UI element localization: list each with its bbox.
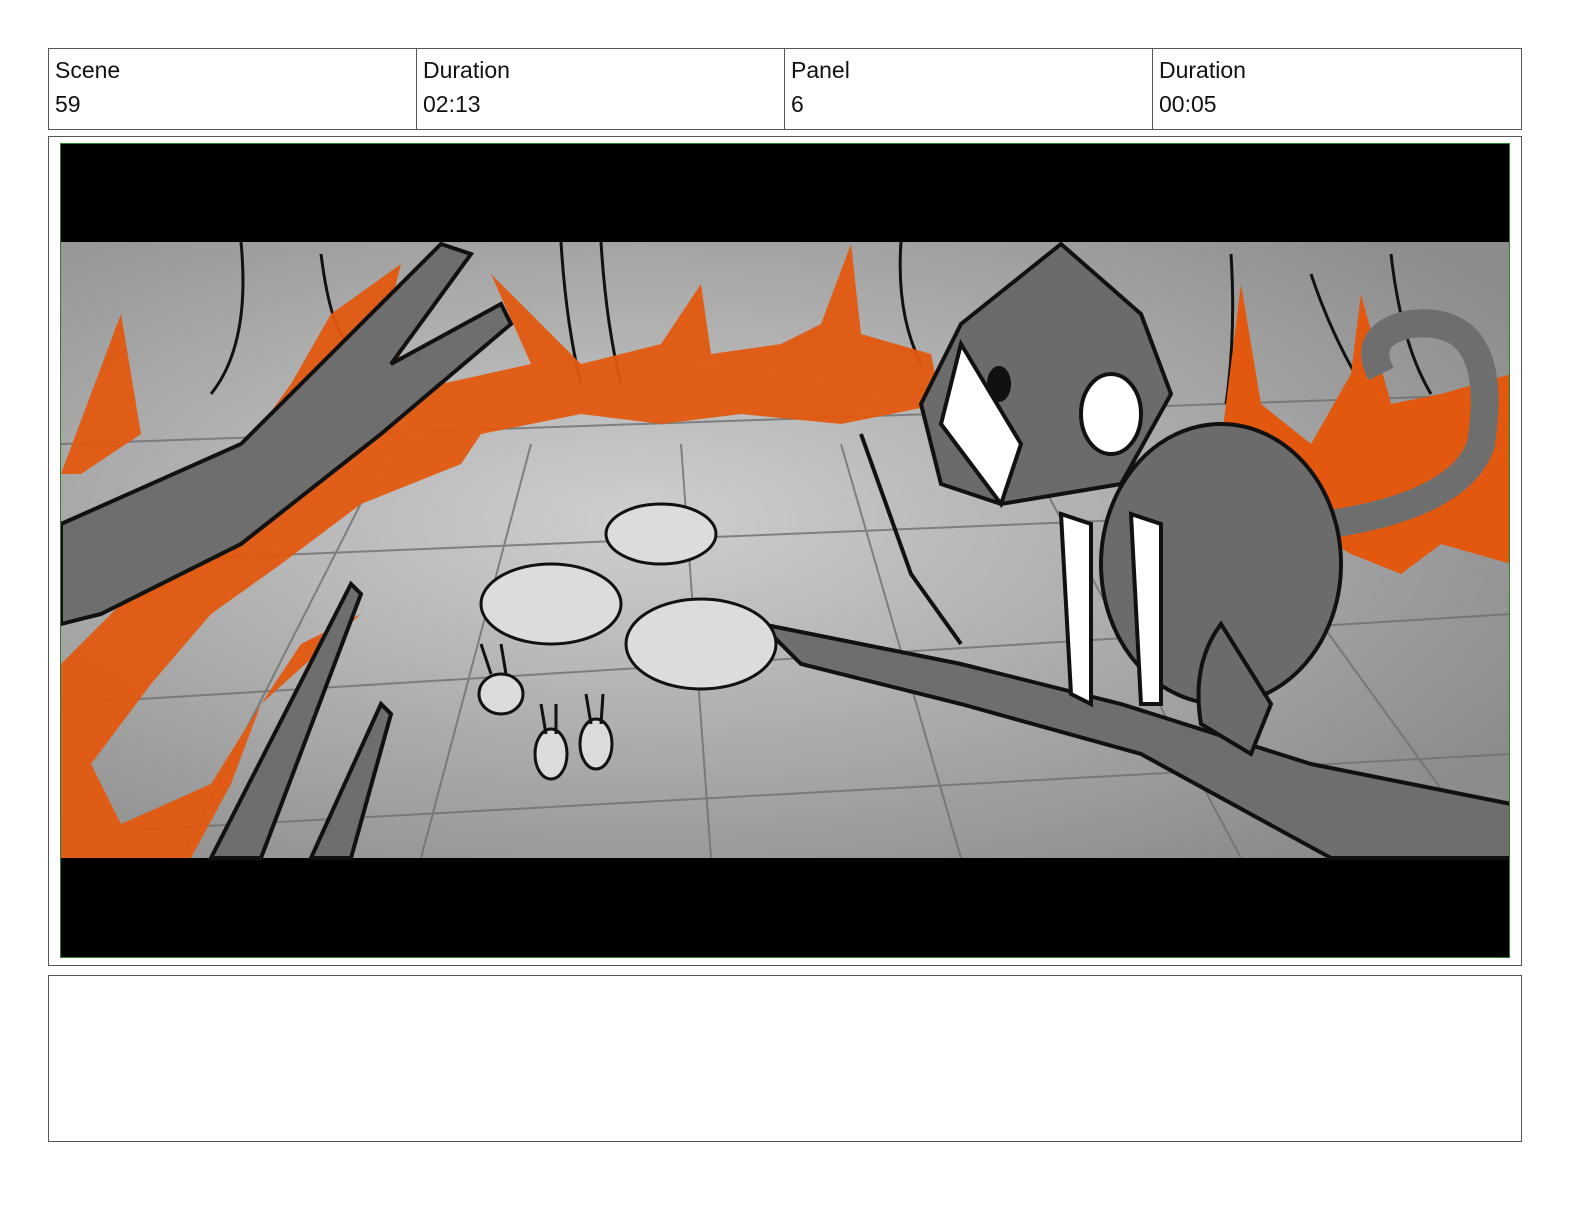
panel-duration-cell: Duration 00:05 bbox=[1153, 49, 1521, 129]
storyboard-panel-frame bbox=[48, 136, 1522, 966]
scene-value: 59 bbox=[55, 91, 81, 117]
scene-duration-cell: Duration 02:13 bbox=[417, 49, 785, 129]
panel-value: 6 bbox=[791, 91, 804, 117]
panel-label: Panel bbox=[791, 57, 850, 83]
panel-duration-value: 00:05 bbox=[1159, 91, 1217, 117]
panel-info-header: Scene 59 Duration 02:13 Panel 6 Duration… bbox=[48, 48, 1522, 130]
panel-cell: Panel 6 bbox=[785, 49, 1153, 129]
storyboard-sketch bbox=[61, 144, 1509, 957]
storyboard-drawing bbox=[60, 143, 1510, 958]
scene-cell: Scene 59 bbox=[49, 49, 417, 129]
scene-label: Scene bbox=[55, 57, 121, 83]
scene-duration-value: 02:13 bbox=[423, 91, 481, 117]
panel-notes-box[interactable] bbox=[48, 975, 1522, 1142]
panel-duration-label: Duration bbox=[1159, 57, 1246, 83]
scene-duration-label: Duration bbox=[423, 57, 510, 83]
